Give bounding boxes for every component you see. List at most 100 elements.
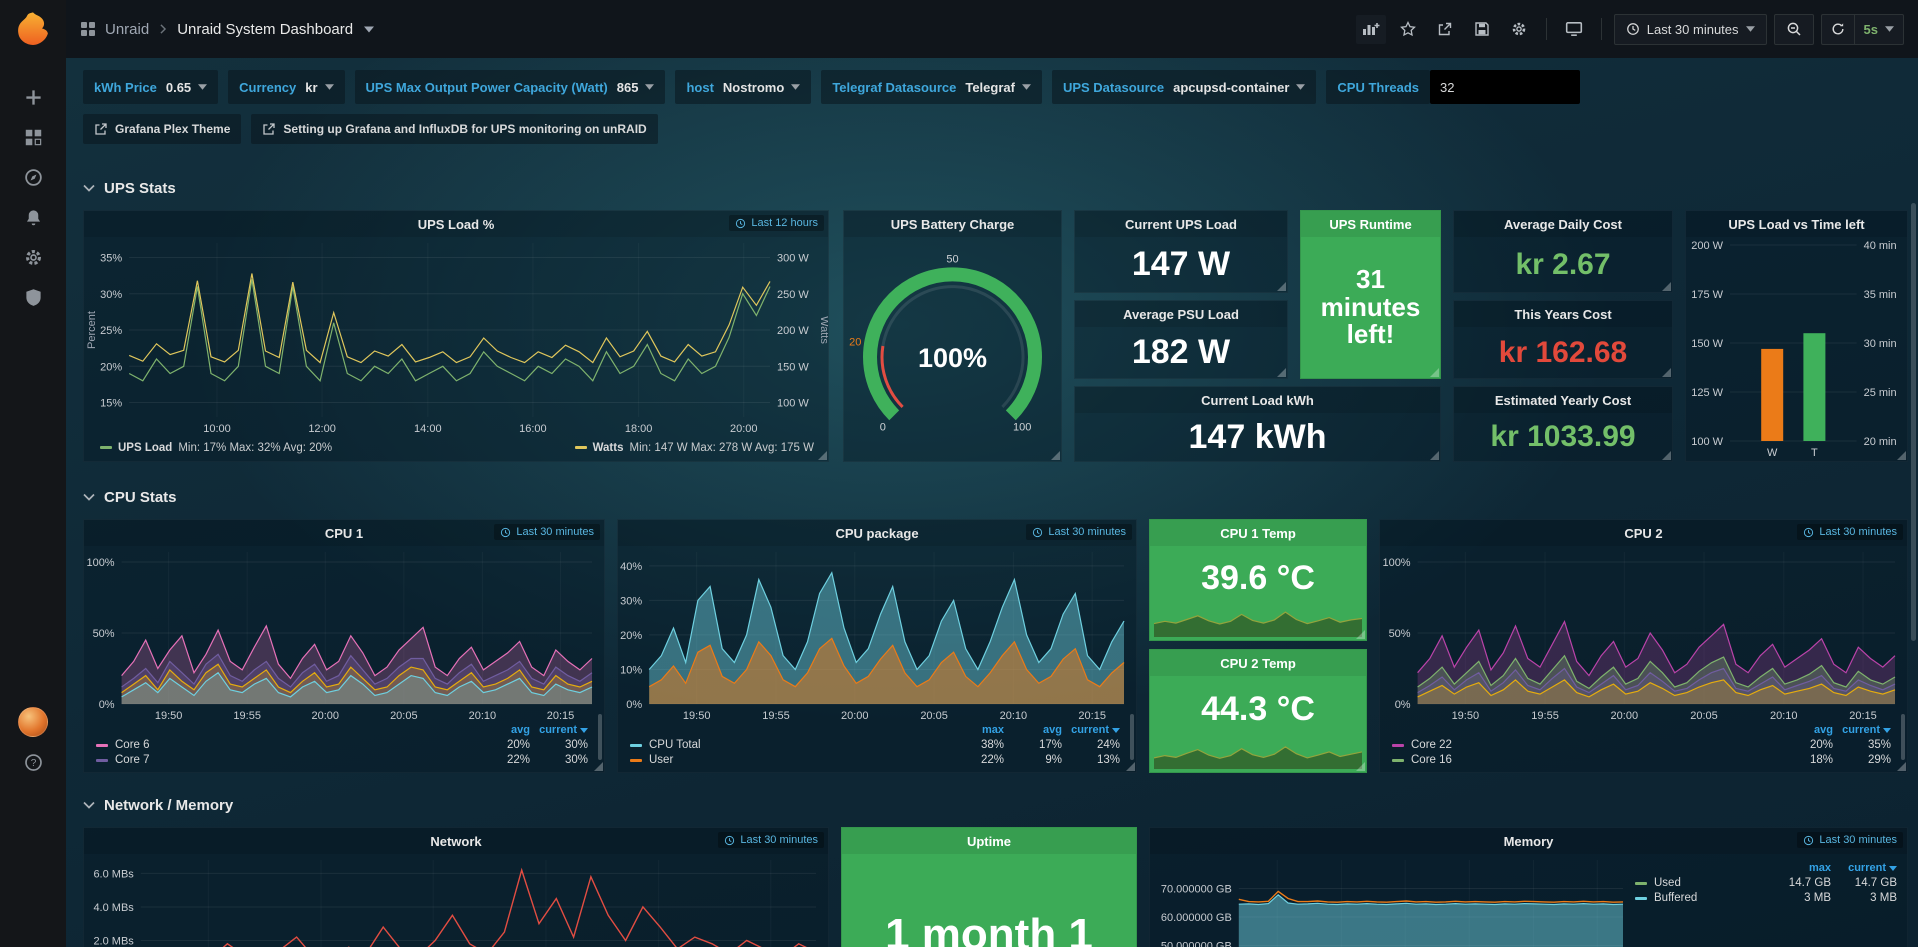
panel-header[interactable]: Estimated Yearly Cost <box>1454 387 1672 413</box>
user-avatar[interactable] <box>18 707 48 737</box>
panel-header[interactable]: CPU 2 Last 30 minutes <box>1380 520 1907 546</box>
legend-column-current[interactable]: current <box>1833 724 1891 736</box>
variable-ups-datasource[interactable]: UPS Datasourceapcupsd-container <box>1052 70 1316 104</box>
panel-title[interactable]: Average PSU Load <box>1123 307 1239 322</box>
panel-title[interactable]: Network <box>430 834 481 849</box>
panel-header[interactable]: UPS Runtime <box>1301 211 1440 237</box>
panel-header[interactable]: UPS Battery Charge <box>844 211 1061 237</box>
panel-resize-handle[interactable] <box>818 451 827 460</box>
legend-column-max[interactable]: max <box>1765 862 1831 874</box>
variable-value[interactable]: 0.65 <box>166 80 207 95</box>
panel-header[interactable]: Uptime <box>842 828 1136 854</box>
variable-kwh-price[interactable]: kWh Price0.65 <box>83 70 218 104</box>
panel-header[interactable]: Current UPS Load <box>1075 211 1287 237</box>
breadcrumb-folder[interactable]: Unraid <box>105 21 149 38</box>
legend-item-core-6[interactable]: Core 6 <box>96 739 472 751</box>
panel-header[interactable]: Average PSU Load <box>1075 301 1287 327</box>
panel-header[interactable]: This Years Cost <box>1454 301 1672 327</box>
panel-resize-handle[interactable] <box>1356 762 1365 771</box>
dashboard-link-grafana-plex-theme[interactable]: Grafana Plex Theme <box>83 114 241 144</box>
cycle-view-mode-button[interactable] <box>1559 15 1589 44</box>
panel-title[interactable]: UPS Load vs Time left <box>1728 217 1864 232</box>
legend-scrollbar[interactable] <box>598 714 602 760</box>
sidebar-item-create[interactable] <box>0 77 66 117</box>
panel-header[interactable]: CPU 2 Temp <box>1150 650 1366 676</box>
page-scrollbar[interactable] <box>1911 203 1916 641</box>
panel-title[interactable]: UPS Load % <box>418 217 495 232</box>
panel-header[interactable]: CPU 1 Last 30 minutes <box>84 520 604 546</box>
add-panel-button[interactable] <box>1356 15 1386 44</box>
zoom-out-button[interactable] <box>1774 14 1814 45</box>
star-dashboard-button[interactable] <box>1393 15 1423 44</box>
time-range-picker[interactable]: Last 30 minutes <box>1614 14 1767 45</box>
panel-resize-handle[interactable] <box>1897 451 1906 460</box>
panel-header[interactable]: UPS Load % Last 12 hours <box>84 211 828 237</box>
panel-header[interactable]: Current Load kWh <box>1075 387 1440 413</box>
legend-item-watts[interactable]: WattsMin: 147 W Max: 278 W Avg: 175 W <box>575 442 814 454</box>
panel-resize-handle[interactable] <box>1126 762 1135 771</box>
variable-cpu-threads[interactable]: CPU Threads <box>1326 70 1580 104</box>
network-chart[interactable]: 19:5019:5520:0020:0520:1020:152.0 MBs4.0… <box>84 854 828 947</box>
variable-value[interactable]: Telegraf <box>965 80 1031 95</box>
dashboard-title[interactable]: Unraid System Dashboard <box>177 21 353 38</box>
row-header-network-memory[interactable]: Network / Memory <box>83 793 233 817</box>
panel-resize-handle[interactable] <box>1356 630 1365 639</box>
panel-resize-handle[interactable] <box>1662 282 1671 291</box>
sidebar-item-server-admin[interactable] <box>0 277 66 317</box>
panel-resize-handle[interactable] <box>1430 368 1439 377</box>
variable-value[interactable]: 865 <box>617 80 655 95</box>
cpu1-chart[interactable]: 19:5019:5520:0020:0520:1020:150%50%100% <box>84 546 604 724</box>
legend-column-max[interactable]: max <box>946 724 1004 736</box>
legend-item-core-16[interactable]: Core 16 <box>1392 754 1775 766</box>
share-dashboard-button[interactable] <box>1430 15 1460 44</box>
panel-title[interactable]: Current Load kWh <box>1201 393 1314 408</box>
legend-column-avg[interactable]: avg <box>472 724 530 736</box>
panel-resize-handle[interactable] <box>1662 368 1671 377</box>
dashboard-settings-button[interactable] <box>1504 15 1534 44</box>
variable-value[interactable]: Nostromo <box>723 80 800 95</box>
legend-scrollbar[interactable] <box>1901 714 1905 760</box>
legend-item-ups-load[interactable]: UPS LoadMin: 17% Max: 32% Avg: 20% <box>100 442 332 454</box>
ups-load-chart[interactable]: 10:0012:0014:0016:0018:0020:0015%20%25%3… <box>84 237 828 437</box>
legend-item-cpu-total[interactable]: CPU Total <box>630 739 946 751</box>
legend-column-avg[interactable]: avg <box>1004 724 1062 736</box>
panel-header[interactable]: Memory Last 30 minutes <box>1150 828 1907 854</box>
panel-header[interactable]: Network Last 30 minutes <box>84 828 828 854</box>
panel-title[interactable]: UPS Battery Charge <box>891 217 1015 232</box>
sidebar-item-help[interactable]: ? <box>0 745 66 779</box>
variable-currency[interactable]: Currencykr <box>228 70 344 104</box>
panel-header[interactable]: Average Daily Cost <box>1454 211 1672 237</box>
panel-resize-handle[interactable] <box>1277 368 1286 377</box>
panel-title[interactable]: This Years Cost <box>1514 307 1611 322</box>
variable-value[interactable]: apcupsd-container <box>1173 80 1305 95</box>
dashboard-link-setting-up-grafana-and-influxdb-for-ups-monitoring-on-unraid[interactable]: Setting up Grafana and InfluxDB for UPS … <box>251 114 657 144</box>
battery-gauge[interactable]: 02050100100% <box>844 237 1061 461</box>
legend-column-current[interactable]: current <box>1831 862 1897 874</box>
legend-item-buffered[interactable]: Buffered <box>1635 892 1765 904</box>
panel-title[interactable]: CPU 1 Temp <box>1220 526 1296 541</box>
sidebar-item-dashboards[interactable] <box>0 117 66 157</box>
panel-header[interactable]: CPU 1 Temp <box>1150 520 1366 546</box>
legend-item-core-22[interactable]: Core 22 <box>1392 739 1775 751</box>
title-caret-icon[interactable] <box>364 26 374 33</box>
memory-chart[interactable]: 19:5019:5520:0020:0520:1020:1550.000000 … <box>1150 854 1635 947</box>
legend-item-user[interactable]: User <box>630 754 946 766</box>
panel-title[interactable]: Memory <box>1504 834 1554 849</box>
panel-title[interactable]: Uptime <box>967 834 1011 849</box>
legend-column-avg[interactable]: avg <box>1775 724 1833 736</box>
sidebar-item-alerting[interactable] <box>0 197 66 237</box>
variable-ups-max-output-power-capacity-watt[interactable]: UPS Max Output Power Capacity (Watt)865 <box>355 70 666 104</box>
panel-resize-handle[interactable] <box>594 762 603 771</box>
panel-resize-handle[interactable] <box>1662 451 1671 460</box>
variable-value[interactable]: kr <box>305 80 333 95</box>
refresh-button[interactable] <box>1821 14 1854 45</box>
panel-header[interactable]: UPS Load vs Time left <box>1686 211 1907 237</box>
panel-title[interactable]: Average Daily Cost <box>1504 217 1622 232</box>
panel-resize-handle[interactable] <box>1051 451 1060 460</box>
sidebar-item-configuration[interactable] <box>0 237 66 277</box>
panel-resize-handle[interactable] <box>1897 762 1906 771</box>
variable-host[interactable]: hostNostromo <box>675 70 811 104</box>
sidebar-item-explore[interactable] <box>0 157 66 197</box>
row-header-cpu-stats[interactable]: CPU Stats <box>83 485 177 509</box>
panel-title[interactable]: CPU 2 Temp <box>1220 656 1296 671</box>
